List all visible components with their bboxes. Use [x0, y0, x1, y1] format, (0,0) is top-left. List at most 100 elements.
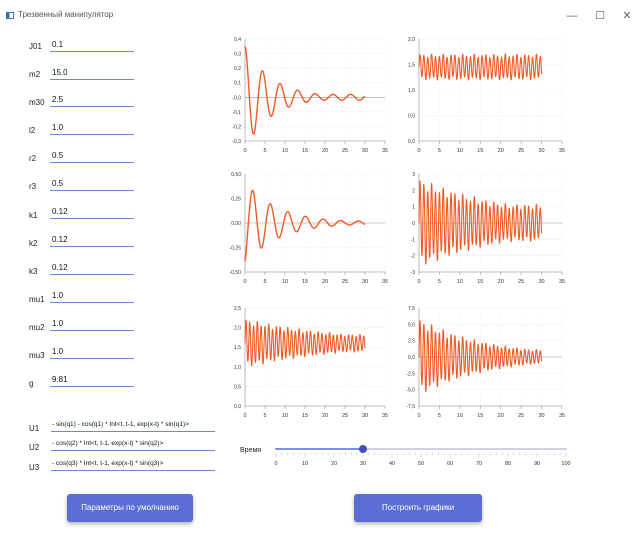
- x-tick-label: 25: [342, 279, 348, 285]
- x-tick-label: 30: [362, 413, 368, 419]
- chart-6: 7,5 5,0 2,5 0,0 -2,5 -5,0 -7,50 5 10 15 20 25 30 35: [406, 306, 565, 419]
- y-tick-label: -0,25: [230, 246, 242, 252]
- x-tick-label: 0: [417, 279, 420, 285]
- y-tick-label: -0,1: [232, 110, 241, 116]
- y-tick-label: 2: [412, 188, 415, 194]
- y-tick-label: 2,0: [234, 326, 241, 332]
- y-tick-label: 1,5: [234, 345, 241, 351]
- x-tick-label: 20: [498, 413, 504, 419]
- x-tick-label: 10: [457, 148, 463, 154]
- x-tick-label: 20: [322, 279, 328, 285]
- x-tick-label: 0: [417, 413, 420, 419]
- chart-3: 0,50 0,25 0,00 -0,25 -0,500 5 10 15 20 25 30 35: [230, 172, 388, 285]
- y-tick-label: 0,3: [234, 52, 241, 58]
- y-tick-label: 0,2: [234, 66, 241, 72]
- y-tick-label: -2,5: [406, 371, 415, 377]
- x-tick-label: 25: [518, 279, 524, 285]
- x-tick-label: 15: [302, 148, 308, 154]
- x-tick-label: 0: [243, 413, 246, 419]
- y-tick-label: -1: [411, 237, 416, 243]
- slider-tick-label: 80: [505, 461, 511, 467]
- x-tick-label: 5: [438, 148, 441, 154]
- chart-4: 3210-1-2-30 5 10 15 20 25 30 35: [411, 172, 566, 285]
- x-tick-label: 5: [263, 413, 266, 419]
- time-slider[interactable]: 0 10 20 30 40 50 60 70 80 90 100: [240, 440, 585, 472]
- y-tick-label: 2,5: [408, 339, 415, 345]
- x-tick-label: 30: [539, 279, 545, 285]
- y-tick-label: -0,50: [230, 270, 242, 276]
- y-tick-label: -0,0: [232, 95, 241, 101]
- y-tick-label: 0,0: [408, 355, 415, 361]
- y-tick-label: 0: [412, 221, 415, 227]
- charts-area: 0,40,30,20,1-0,0-0,1-0,2-0,30 5 10 15 20 25 30…: [230, 37, 566, 419]
- x-tick-label: 20: [498, 279, 504, 285]
- y-tick-label: -0,2: [232, 124, 241, 130]
- x-tick-label: 30: [539, 148, 545, 154]
- slider-tick-label: 20: [331, 461, 337, 467]
- chart-2: 2,0 1,5 1,0 0,5 0,00 5 10 15 20 25 30 35: [408, 37, 565, 154]
- slider-tick-label: 10: [302, 461, 308, 467]
- x-tick-label: 25: [342, 148, 348, 154]
- y-tick-label: 1,0: [408, 88, 415, 94]
- x-tick-label: 20: [498, 148, 504, 154]
- x-tick-label: 15: [477, 279, 483, 285]
- y-tick-label: -3: [411, 270, 416, 276]
- x-tick-label: 10: [282, 279, 288, 285]
- y-tick-label: 0,1: [234, 81, 241, 87]
- y-tick-label: 0,5: [408, 114, 415, 120]
- y-tick-label: -0,3: [232, 139, 241, 145]
- y-tick-label: 1,5: [408, 63, 415, 69]
- x-tick-label: 5: [263, 148, 266, 154]
- x-tick-label: 20: [322, 148, 328, 154]
- y-tick-label: 0,5: [234, 384, 241, 390]
- y-tick-label: -5,0: [406, 388, 415, 394]
- x-tick-label: 10: [282, 148, 288, 154]
- slider-thumb[interactable]: [359, 445, 367, 453]
- y-tick-label: 0,25: [231, 197, 241, 203]
- x-tick-label: 5: [263, 279, 266, 285]
- x-tick-label: 35: [382, 413, 388, 419]
- x-tick-label: 35: [559, 413, 565, 419]
- x-tick-label: 0: [243, 279, 246, 285]
- x-tick-label: 35: [559, 279, 565, 285]
- y-tick-label: 0,0: [408, 139, 415, 145]
- x-tick-label: 15: [477, 413, 483, 419]
- slider-tick-label: 50: [418, 461, 424, 467]
- slider-tick-label: 0: [274, 461, 277, 467]
- x-tick-label: 15: [477, 148, 483, 154]
- y-tick-label: 5,0: [408, 322, 415, 328]
- series-line: [244, 319, 366, 367]
- x-tick-label: 20: [322, 413, 328, 419]
- y-tick-label: 0,4: [234, 37, 241, 43]
- x-tick-label: 25: [518, 413, 524, 419]
- y-tick-label: 3: [412, 172, 415, 178]
- build-plots-button[interactable]: Построить графики: [354, 494, 482, 522]
- slider-tick-label: 60: [447, 461, 453, 467]
- x-tick-label: 10: [457, 413, 463, 419]
- slider-tick-label: 70: [476, 461, 482, 467]
- x-tick-label: 5: [438, 413, 441, 419]
- x-tick-label: 0: [243, 148, 246, 154]
- x-tick-label: 35: [559, 148, 565, 154]
- x-tick-label: 5: [438, 279, 441, 285]
- x-tick-label: 35: [382, 148, 388, 154]
- chart-1: 0,4 0,3 0,2 0,1 -0,0 -0,1 -0,2 -0,30 5 10 15 20 25 30…: [232, 37, 388, 154]
- y-tick-label: 0,50: [231, 172, 241, 178]
- y-tick-label: 1: [412, 205, 415, 211]
- x-tick-label: 10: [457, 279, 463, 285]
- slider-tick-label: 90: [534, 461, 540, 467]
- y-tick-label: 0,0: [234, 404, 241, 410]
- slider-tick-label: 30: [360, 461, 366, 467]
- chart-5: 2,5 2,0 1,5 1,0 0,5 0,00 5 10 15 20 25 30 35: [234, 306, 388, 419]
- x-tick-label: 15: [302, 279, 308, 285]
- y-tick-label: 0,00: [231, 221, 241, 227]
- y-tick-label: 2,5: [234, 306, 241, 312]
- y-tick-label: -2: [411, 254, 416, 260]
- x-tick-label: 0: [417, 148, 420, 154]
- y-tick-label: 7,5: [408, 306, 415, 312]
- x-tick-label: 25: [518, 148, 524, 154]
- slider-tick-label: 40: [389, 461, 395, 467]
- x-tick-label: 15: [302, 413, 308, 419]
- default-params-button[interactable]: Параметры по умолчанию: [67, 494, 193, 522]
- x-tick-label: 25: [342, 413, 348, 419]
